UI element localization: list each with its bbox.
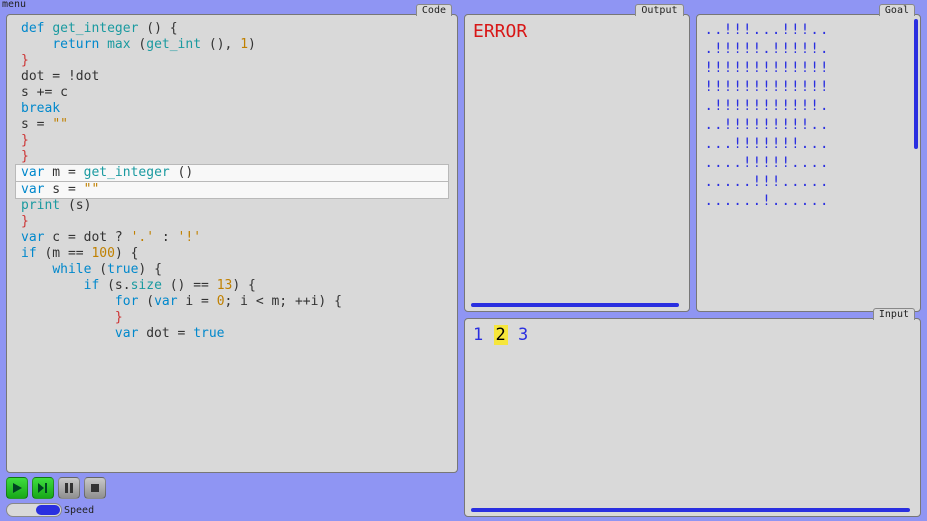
input-text: 1 2 3 — [473, 325, 912, 345]
goal-text: ..!!!...!!!.. .!!!!!.!!!!!. !!!!!!!!!!!!… — [705, 21, 913, 211]
menubar[interactable]: menu — [0, 0, 927, 14]
code-line[interactable]: } — [15, 53, 449, 69]
code-line[interactable]: var s = "" — [15, 181, 449, 199]
code-line[interactable]: s = "" — [15, 117, 449, 133]
goal-panel-label: Goal — [879, 4, 915, 16]
goal-panel: ..!!!...!!!.. .!!!!!.!!!!!. !!!!!!!!!!!!… — [696, 14, 922, 312]
output-scrollbar[interactable] — [471, 303, 679, 307]
code-line[interactable]: var dot = true — [15, 326, 449, 342]
speed-label: Speed — [64, 505, 94, 516]
pause-button[interactable] — [58, 477, 80, 499]
code-line[interactable]: if (s.size () == 13) { — [15, 278, 449, 294]
code-panel-label: Code — [416, 4, 452, 16]
step-button[interactable] — [32, 477, 54, 499]
code-line[interactable]: } — [15, 310, 449, 326]
output-text: ERROR — [473, 21, 681, 42]
goal-scrollbar[interactable] — [914, 19, 918, 149]
code-line[interactable]: dot = !dot — [15, 69, 449, 85]
code-line[interactable]: } — [15, 214, 449, 230]
speed-slider-knob[interactable] — [36, 505, 60, 515]
stop-button[interactable] — [84, 477, 106, 499]
code-line[interactable]: if (m == 100) { — [15, 246, 449, 262]
controls — [6, 473, 458, 499]
output-panel: ERROR — [464, 14, 690, 312]
output-panel-label: Output — [635, 4, 683, 16]
input-token-highlighted: 2 — [494, 325, 508, 345]
input-panel-label: Input — [873, 308, 915, 320]
code-line[interactable]: for (var i = 0; i < m; ++i) { — [15, 294, 449, 310]
input-panel: 1 2 3 — [464, 318, 921, 517]
code-line[interactable]: var c = dot ? '.' : '!' — [15, 230, 449, 246]
code-line[interactable]: } — [15, 133, 449, 149]
code-line[interactable]: var m = get_integer () — [15, 164, 449, 182]
code-line[interactable]: return max (get_int (), 1) — [15, 37, 449, 53]
code-line[interactable]: } — [15, 149, 449, 165]
code-line[interactable]: print (s) — [15, 198, 449, 214]
code-line[interactable]: while (true) { — [15, 262, 449, 278]
code-line[interactable]: s += c — [15, 85, 449, 101]
menu-item[interactable]: menu — [2, 0, 26, 10]
code-line[interactable]: def get_integer () { — [15, 21, 449, 37]
play-button[interactable] — [6, 477, 28, 499]
input-scrollbar[interactable] — [471, 508, 910, 512]
code-panel[interactable]: def get_integer () { return max (get_int… — [6, 14, 458, 473]
code-line[interactable]: break — [15, 101, 449, 117]
speed-slider[interactable] — [6, 503, 62, 517]
